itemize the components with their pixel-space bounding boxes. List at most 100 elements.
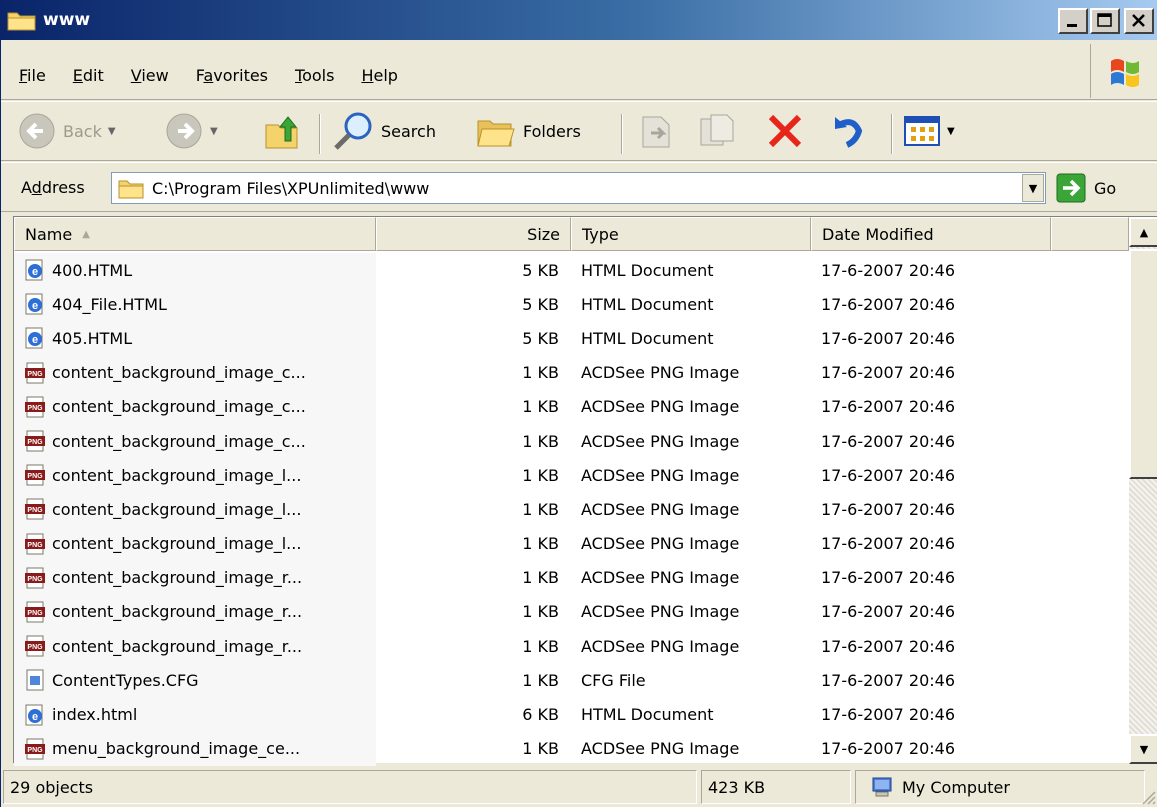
cell-name[interactable]: PNG content_background_image_r...	[14, 560, 376, 595]
my-computer-icon	[872, 777, 892, 797]
svg-text:e: e	[32, 300, 38, 312]
cell-type: ACDSee PNG Image	[581, 602, 740, 622]
cell-size: 1 KB	[522, 568, 559, 588]
cell-type: ACDSee PNG Image	[581, 534, 740, 554]
scroll-down-button[interactable]: ▼	[1129, 734, 1157, 764]
table-row[interactable]: PNG content_background_image_l... 1 KB ACDS…	[14, 458, 1129, 493]
back-dropdown-icon[interactable]: ▼	[108, 126, 116, 137]
table-row[interactable]: e index.html 6 KB HTML Document 17-6-2007 20…	[14, 697, 1129, 732]
table-row[interactable]: PNG content_background_image_c... 1 KB ACDS…	[14, 389, 1129, 424]
table-row[interactable]: PNG content_background_image_l... 1 KB ACDS…	[14, 526, 1129, 561]
cell-date-modified: 17-6-2007 20:46	[821, 602, 955, 622]
folder-icon	[118, 180, 144, 199]
forward-dropdown-icon[interactable]: ▼	[210, 126, 218, 137]
svg-text:e: e	[32, 334, 38, 346]
file-list[interactable]: Name ▲ Size Type Date Modified e 400.HTML…	[13, 216, 1157, 766]
png-icon: PNG	[24, 738, 46, 760]
cell-name[interactable]: PNG content_background_image_l...	[14, 526, 376, 561]
back-label: Back	[63, 121, 102, 141]
address-label: Address	[21, 178, 85, 197]
file-name: content_background_image_c...	[52, 431, 306, 451]
cell-name[interactable]: ContentTypes.CFG	[14, 663, 376, 698]
column-header-size[interactable]: Size	[376, 217, 571, 251]
column-header-name[interactable]: Name ▲	[14, 217, 376, 251]
table-row[interactable]: e 405.HTML 5 KB HTML Document 17-6-2007 20:4…	[14, 321, 1129, 356]
undo-button[interactable]	[827, 106, 867, 156]
folders-button[interactable]: Folders	[475, 106, 581, 156]
menu-favorites[interactable]: Favorites	[196, 66, 268, 85]
move-to-button	[637, 106, 677, 156]
back-button[interactable]: Back ▼	[17, 106, 116, 156]
maximize-button[interactable]	[1090, 8, 1120, 34]
address-dropdown-button[interactable]: ▼	[1022, 174, 1044, 202]
cell-date-modified: 17-6-2007 20:46	[821, 568, 955, 588]
vertical-scrollbar[interactable]: ▲ ▼	[1129, 217, 1157, 764]
folders-label: Folders	[523, 121, 581, 141]
cell-name[interactable]: PNG content_background_image_l...	[14, 458, 376, 493]
file-name: content_background_image_r...	[52, 568, 303, 588]
png-icon: PNG	[24, 601, 46, 623]
svg-text:e: e	[32, 266, 38, 278]
table-row[interactable]: PNG menu_background_image_ce... 1 KB ACDSee…	[14, 731, 1129, 766]
cell-type: ACDSee PNG Image	[581, 739, 740, 759]
cell-name[interactable]: e index.html	[14, 697, 376, 732]
folder-icon	[7, 9, 37, 31]
menu-help[interactable]: Help	[361, 66, 397, 85]
table-row[interactable]: e 404_File.HTML 5 KB HTML Document 17-6-2007…	[14, 287, 1129, 322]
views-button[interactable]: ▼	[903, 106, 955, 156]
address-value: C:\Program Files\XPUnlimited\www	[152, 178, 430, 198]
forward-button[interactable]: ▼	[164, 106, 218, 156]
scroll-up-button[interactable]: ▲	[1129, 217, 1157, 247]
title-bar[interactable]: www	[1, 0, 1157, 40]
cell-name[interactable]: PNG content_background_image_l...	[14, 492, 376, 527]
search-button[interactable]: Search	[331, 106, 436, 156]
go-button[interactable]: Go	[1056, 173, 1116, 203]
menu-tools[interactable]: Tools	[295, 66, 334, 85]
svg-text:PNG: PNG	[27, 542, 43, 549]
copy-to-button	[697, 106, 737, 156]
table-row[interactable]: PNG content_background_image_r... 1 KB ACDS…	[14, 629, 1129, 664]
minimize-button[interactable]	[1058, 8, 1088, 34]
cell-name[interactable]: e 405.HTML	[14, 321, 376, 356]
table-row[interactable]: ContentTypes.CFG 1 KB CFG File 17-6-2007 20…	[14, 663, 1129, 698]
sort-ascending-icon: ▲	[82, 228, 90, 240]
cell-name[interactable]: PNG content_background_image_r...	[14, 629, 376, 664]
cell-name[interactable]: PNG content_background_image_c...	[14, 423, 376, 459]
folders-icon	[477, 120, 515, 147]
table-row[interactable]: PNG content_background_image_r... 1 KB ACDS…	[14, 560, 1129, 595]
scroll-thumb[interactable]	[1129, 249, 1157, 479]
cell-date-modified: 17-6-2007 20:46	[821, 465, 955, 485]
cell-date-modified: 17-6-2007 20:46	[821, 499, 955, 519]
cell-name[interactable]: PNG content_background_image_c...	[14, 355, 376, 390]
cell-name[interactable]: PNG menu_background_image_ce...	[14, 731, 376, 766]
menu-file[interactable]: File	[19, 66, 46, 85]
table-row[interactable]: e 400.HTML 5 KB HTML Document 17-6-2007 20:4…	[14, 253, 1129, 288]
back-arrow-icon	[19, 113, 55, 149]
cell-size: 5 KB	[522, 260, 559, 280]
close-button[interactable]	[1124, 8, 1154, 34]
menu-edit[interactable]: Edit	[73, 66, 104, 85]
cell-size: 1 KB	[522, 534, 559, 554]
file-name: menu_background_image_ce...	[52, 739, 301, 759]
resize-grip-icon[interactable]	[1138, 787, 1156, 805]
cell-name[interactable]: e 404_File.HTML	[14, 287, 376, 322]
delete-button[interactable]	[765, 106, 805, 156]
table-row[interactable]: PNG content_background_image_l... 1 KB ACDS…	[14, 492, 1129, 527]
cell-name[interactable]: e 400.HTML	[14, 253, 376, 288]
menu-view[interactable]: View	[131, 66, 169, 85]
up-folder-button[interactable]	[263, 106, 303, 156]
table-row[interactable]: PNG content_background_image_c... 1 KB ACDS…	[14, 355, 1129, 390]
views-dropdown-icon[interactable]: ▼	[947, 126, 955, 137]
address-input[interactable]: C:\Program Files\XPUnlimited\www ▼	[111, 172, 1046, 204]
file-name: 404_File.HTML	[52, 294, 167, 314]
table-row[interactable]: PNG content_background_image_r... 1 KB ACDS…	[14, 594, 1129, 630]
cell-size: 1 KB	[522, 465, 559, 485]
column-header-type[interactable]: Type	[571, 217, 811, 251]
cell-name[interactable]: PNG content_background_image_r...	[14, 594, 376, 630]
cell-size: 1 KB	[522, 636, 559, 656]
column-header-date-modified[interactable]: Date Modified	[811, 217, 1051, 251]
svg-text:PNG: PNG	[27, 747, 43, 754]
forward-arrow-icon	[166, 113, 202, 149]
table-row[interactable]: PNG content_background_image_c... 1 KB ACDS…	[14, 423, 1129, 459]
cell-name[interactable]: PNG content_background_image_c...	[14, 389, 376, 424]
